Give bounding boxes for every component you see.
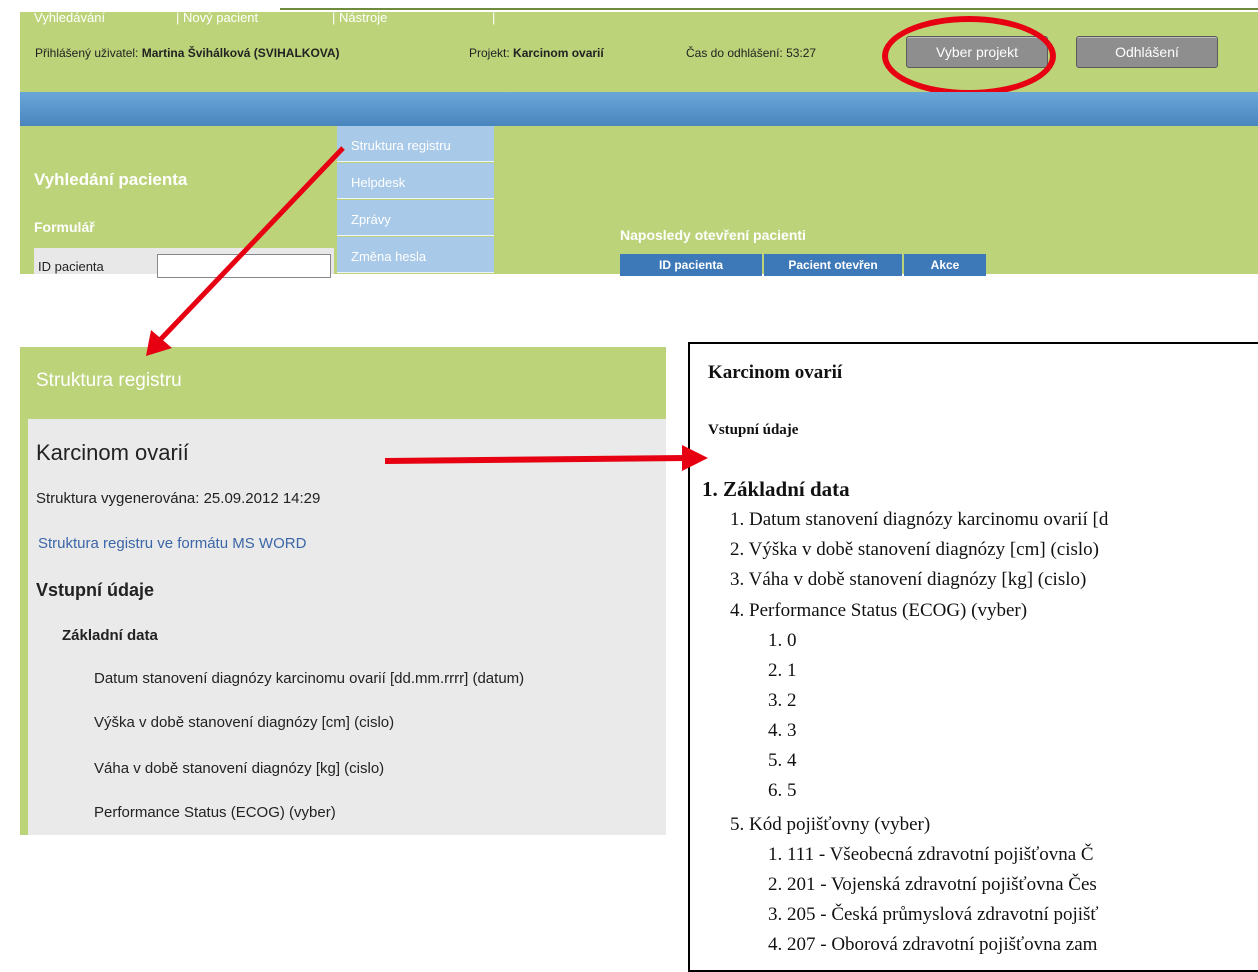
arrow-to-doc-line (384, 455, 687, 464)
annotation-arrows (146, 146, 708, 471)
arrow-to-doc-head (682, 445, 708, 471)
arrow-to-structure-line (158, 146, 345, 342)
